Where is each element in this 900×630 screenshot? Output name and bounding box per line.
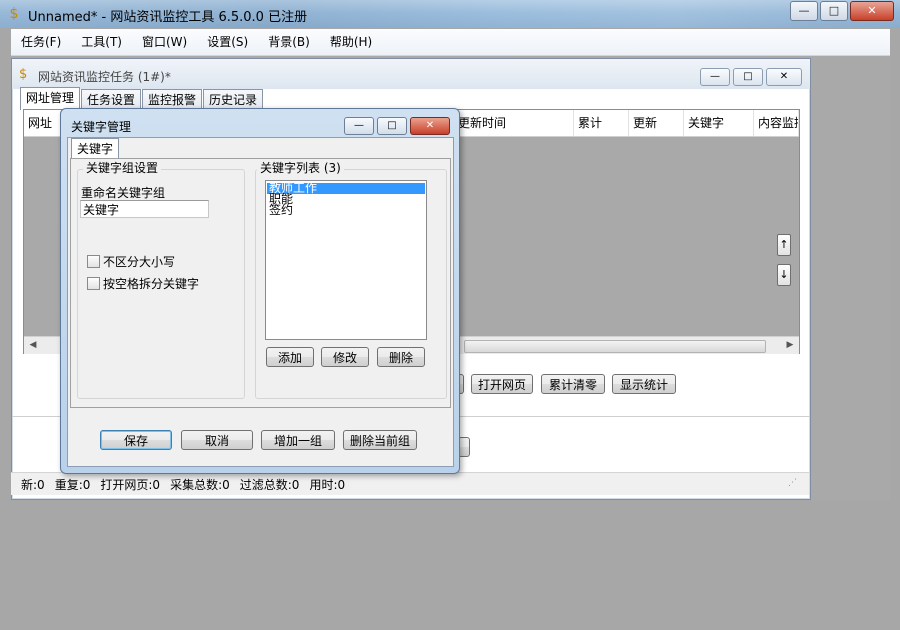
menu-bar: 任务(F) 工具(T) 窗口(W) 设置(S) 背景(B) 帮助(H) — [11, 29, 890, 56]
menu-settings[interactable]: 设置(S) — [197, 29, 258, 55]
split-by-space-label[interactable]: 按空格拆分关键字 — [103, 275, 199, 292]
dialog-body: 关键字 关键字组设置 重命名关键字组 关键字 不区分大小写 按空格拆分关键字 关… — [67, 137, 454, 467]
keyword-manager-dialog: 关键字管理 — □ ✕ 关键字 关键字组设置 重命名关键字组 关键字 不区分大小… — [60, 108, 460, 474]
menu-task[interactable]: 任务(F) — [11, 29, 71, 55]
keyword-tab-panel: 关键字组设置 重命名关键字组 关键字 不区分大小写 按空格拆分关键字 关键字列表… — [70, 158, 451, 408]
dollar-coin-icon: $ — [19, 67, 28, 82]
status-duplicate: 重复:0 — [54, 477, 91, 492]
menu-tools[interactable]: 工具(T) — [71, 29, 132, 55]
group-settings-label: 关键字组设置 — [83, 159, 162, 176]
scroll-left-icon[interactable]: ◀ — [26, 339, 40, 352]
status-open-pages: 打开网页:0 — [100, 477, 161, 492]
ignore-case-label[interactable]: 不区分大小写 — [103, 253, 175, 270]
column-update-time[interactable]: 更新时间 — [454, 110, 574, 136]
column-total[interactable]: 累计 — [574, 110, 629, 136]
add-group-button[interactable]: 增加一组 — [261, 430, 335, 450]
move-down-button[interactable]: ↓ — [777, 264, 791, 286]
maximize-button[interactable]: □ — [820, 1, 848, 21]
show-stats-button[interactable]: 显示统计 — [612, 374, 676, 394]
status-new: 新:0 — [21, 477, 45, 492]
column-updated[interactable]: 更新 — [629, 110, 684, 136]
child-restore-button[interactable]: □ — [733, 68, 763, 86]
split-by-space-checkbox[interactable] — [87, 277, 100, 290]
child-window-title: 网站资讯监控任务 (1#)* — [38, 70, 171, 84]
status-filtered: 过滤总数:0 — [239, 477, 300, 492]
column-keyword[interactable]: 关键字 — [684, 110, 754, 136]
task-tabs: 网址管理 任务设置 监控报警 历史记录 — [20, 87, 264, 110]
keyword-list-label: 关键字列表 (3) — [257, 159, 344, 176]
save-button[interactable]: 保存 — [100, 430, 172, 450]
keyword-listbox[interactable]: 教师工作 职能 签约 — [265, 180, 427, 340]
scroll-right-icon[interactable]: ▶ — [783, 339, 797, 352]
tab-url-management[interactable]: 网址管理 — [20, 87, 81, 110]
tab-keyword[interactable]: 关键字 — [71, 138, 120, 160]
dialog-minimize-button[interactable]: — — [344, 117, 374, 135]
dialog-maximize-button[interactable]: □ — [377, 117, 407, 135]
edit-keyword-button[interactable]: 修改 — [321, 347, 369, 367]
dialog-title: 关键字管理 — [71, 120, 132, 134]
rename-group-label: 重命名关键字组 — [81, 186, 166, 200]
child-window-controls: — □ ✕ — [700, 68, 802, 86]
resize-grip-icon[interactable]: ⋰ — [788, 478, 798, 488]
menu-window[interactable]: 窗口(W) — [132, 29, 197, 55]
reset-total-button[interactable]: 累计清零 — [541, 374, 605, 394]
rename-group-input[interactable]: 关键字 — [80, 200, 209, 218]
dialog-controls: — □ ✕ — [344, 117, 450, 135]
keyword-item[interactable]: 签约 — [267, 204, 425, 216]
menu-help[interactable]: 帮助(H) — [320, 29, 382, 55]
status-collected: 采集总数:0 — [170, 477, 230, 492]
child-minimize-button[interactable]: — — [700, 68, 730, 86]
child-close-button[interactable]: ✕ — [766, 68, 802, 86]
dollar-coin-icon: $ — [9, 6, 19, 22]
close-button[interactable]: ✕ — [850, 1, 894, 21]
menu-background[interactable]: 背景(B) — [258, 29, 320, 55]
delete-keyword-button[interactable]: 删除 — [377, 347, 425, 367]
dialog-close-button[interactable]: ✕ — [410, 117, 450, 135]
scroll-thumb[interactable] — [464, 340, 766, 353]
cancel-button[interactable]: 取消 — [181, 430, 253, 450]
add-keyword-button[interactable]: 添加 — [266, 347, 314, 367]
open-webpage-button[interactable]: 打开网页 — [471, 374, 533, 394]
window-controls: — □ ✕ — [790, 1, 894, 21]
tab-history[interactable]: 历史记录 — [203, 89, 264, 110]
tab-task-settings[interactable]: 任务设置 — [81, 89, 142, 110]
ignore-case-checkbox[interactable] — [87, 255, 100, 268]
status-bar: 新:0 重复:0 打开网页:0 采集总数:0 过滤总数:0 用时:0 — [11, 472, 809, 495]
delete-current-group-button[interactable]: 删除当前组 — [343, 430, 417, 450]
window-title: Unnamed* - 网站资讯监控工具 6.5.0.0 已注册 — [28, 10, 308, 25]
column-content-monitor[interactable]: 内容监控 — [754, 110, 799, 136]
move-up-button[interactable]: ↑ — [777, 234, 791, 256]
tab-monitor-alert[interactable]: 监控报警 — [142, 89, 203, 110]
status-elapsed: 用时:0 — [309, 477, 346, 492]
minimize-button[interactable]: — — [790, 1, 818, 21]
